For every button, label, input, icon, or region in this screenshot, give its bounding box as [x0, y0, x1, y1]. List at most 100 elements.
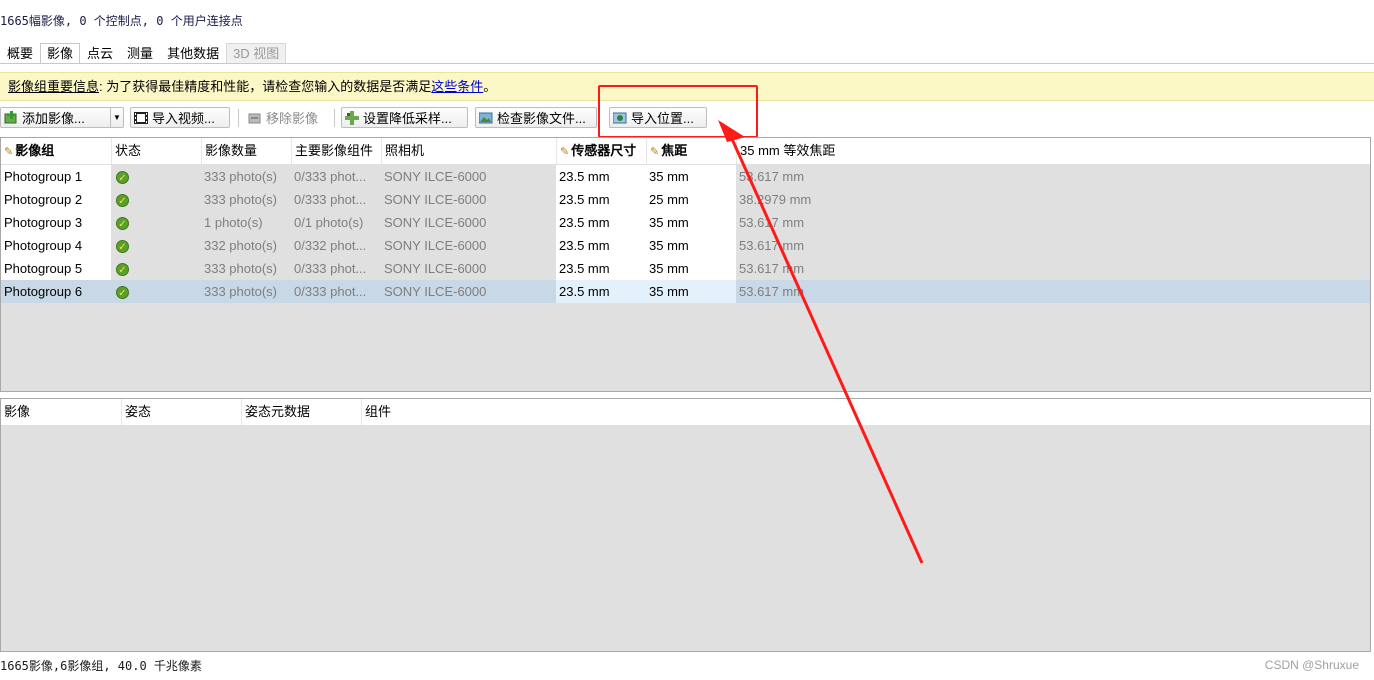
status-cell: ✓ [111, 280, 201, 303]
downsampling-icon [345, 110, 359, 125]
main-component: 0/333 phot... [294, 261, 367, 276]
sensor-size[interactable]: 23.5 mm [556, 188, 646, 211]
tab-additional-data[interactable]: 其他数据 [160, 43, 226, 64]
column-header-sensor-size[interactable]: ✎ 传感器尺寸 [556, 138, 646, 164]
main-component: 0/332 phot... [294, 238, 367, 253]
status-ok-icon: ✓ [116, 263, 129, 276]
camera-model: SONY ILCE-6000 [384, 215, 487, 230]
add-photo-icon [4, 110, 18, 125]
camera-model: SONY ILCE-6000 [381, 280, 556, 303]
tab-surveys[interactable]: 测量 [120, 43, 160, 64]
focal-length[interactable]: 35 mm [646, 280, 736, 303]
camera-model: SONY ILCE-6000 [384, 192, 487, 207]
tab-point-clouds[interactable]: 点云 [80, 43, 120, 64]
remove-photos-button[interactable]: 移除影像 [244, 107, 328, 128]
import-video-button[interactable]: 导入视频... [130, 107, 230, 128]
tab-3d-view[interactable]: 3D 视图 [226, 43, 287, 64]
table-row[interactable]: Photogroup 3 ✓ 1 photo(s) 0/1 photo(s) S… [1, 211, 1370, 234]
chevron-down-icon[interactable]: ▼ [110, 108, 123, 127]
status-cell: ✓ [111, 165, 201, 188]
sensor-size[interactable]: 23.5 mm [556, 257, 646, 280]
info-suffix: 。 [483, 79, 497, 94]
status-ok-icon: ✓ [116, 217, 129, 230]
set-downsampling-label: 设置降低采样... [363, 111, 452, 126]
photo-count: 333 photo(s) [204, 192, 277, 207]
photogroup-name: Photogroup 5 [1, 257, 111, 280]
equivalent-focal: 53.617 mm [739, 261, 805, 276]
photogroups-header: ✎ 影像组 状态 影像数量 主要影像组件 照相机 ✎ 传感器尺寸 ✎ 焦距 35 mm… [1, 138, 1370, 164]
photos-header: 影像 姿态 姿态元数据 组件 [1, 399, 1370, 425]
column-header-pose-metadata[interactable]: 姿态元数据 [241, 399, 361, 425]
focal-length[interactable]: 35 mm [646, 234, 736, 257]
photogroup-name: Photogroup 1 [1, 165, 111, 188]
check-image-files-label: 检查影像文件... [497, 111, 586, 126]
tab-overview[interactable]: 概要 [0, 43, 40, 64]
sensor-size[interactable]: 23.5 mm [556, 165, 646, 188]
info-title: 影像组重要信息 [8, 79, 100, 94]
column-header-camera[interactable]: 照相机 [381, 138, 556, 164]
column-header-photo[interactable]: 影像 [1, 399, 121, 425]
photo-count: 333 photo(s) [204, 169, 277, 184]
table-row[interactable]: Photogroup 5 ✓ 333 photo(s) 0/333 phot..… [1, 257, 1370, 280]
pencil-icon: ✎ [560, 146, 570, 158]
column-header-focal-length[interactable]: ✎ 焦距 [646, 138, 736, 164]
focal-length[interactable]: 35 mm [646, 211, 736, 234]
focal-length[interactable]: 35 mm [646, 257, 736, 280]
column-header-main-component[interactable]: 主要影像组件 [291, 138, 381, 164]
photogroups-table: ✎ 影像组 状态 影像数量 主要影像组件 照相机 ✎ 传感器尺寸 ✎ 焦距 35 mm… [0, 137, 1371, 392]
main-component: 0/333 phot... [291, 280, 381, 303]
equivalent-focal: 38.2979 mm [739, 192, 812, 207]
table-row[interactable]: Photogroup 4 ✓ 332 photo(s) 0/332 phot..… [1, 234, 1370, 257]
table-row-selected[interactable]: Photogroup 6 ✓ 333 photo(s) 0/333 phot..… [1, 280, 1370, 303]
remove-photo-icon [248, 111, 262, 125]
photogroup-name: Photogroup 2 [1, 188, 111, 211]
photo-count: 332 photo(s) [204, 238, 277, 253]
toolbar-separator [238, 109, 239, 127]
status-cell: ✓ [111, 234, 201, 257]
add-photos-button[interactable]: 添加影像... ▼ [0, 107, 124, 128]
pencil-icon: ✎ [4, 146, 14, 158]
check-image-icon [479, 111, 493, 125]
column-header-status[interactable]: 状态 [111, 138, 201, 164]
sensor-size[interactable]: 23.5 mm [556, 211, 646, 234]
equivalent-focal: 53.617 mm [736, 280, 1370, 303]
tab-photos[interactable]: 影像 [40, 43, 81, 64]
column-header-pose[interactable]: 姿态 [121, 399, 241, 425]
table-row[interactable]: Photogroup 1 ✓ 333 photo(s) 0/333 phot..… [1, 165, 1370, 188]
status-ok-icon: ✓ [116, 171, 129, 184]
status-ok-icon: ✓ [116, 240, 129, 253]
photogroup-name: Photogroup 3 [1, 211, 111, 234]
status-cell: ✓ [111, 257, 201, 280]
film-icon [134, 111, 148, 125]
sensor-size[interactable]: 23.5 mm [556, 280, 646, 303]
status-ok-icon: ✓ [116, 194, 129, 207]
focal-length[interactable]: 35 mm [646, 165, 736, 188]
camera-model: SONY ILCE-6000 [384, 238, 487, 253]
import-video-label: 导入视频... [152, 111, 215, 126]
table-row[interactable]: Photogroup 2 ✓ 333 photo(s) 0/333 phot..… [1, 188, 1370, 211]
status-bar: 1665影像,6影像组, 40.0 千兆像素 [0, 659, 202, 673]
photogroup-name: Photogroup 6 [1, 280, 111, 303]
column-header-photo-count[interactable]: 影像数量 [201, 138, 291, 164]
pencil-icon: ✎ [650, 146, 660, 158]
photo-count: 1 photo(s) [204, 215, 263, 230]
column-header-35mm-equivalent[interactable]: 35 mm 等效焦距 [736, 138, 936, 164]
column-header-component[interactable]: 组件 [361, 399, 481, 425]
equivalent-focal: 53.617 mm [739, 169, 805, 184]
watermark: CSDN @Shruxue [1264, 658, 1359, 672]
focal-length[interactable]: 25 mm [646, 188, 736, 211]
camera-model: SONY ILCE-6000 [384, 261, 487, 276]
photos-table: 影像 姿态 姿态元数据 组件 [0, 398, 1371, 652]
column-header-photogroup[interactable]: ✎ 影像组 [1, 138, 111, 164]
tab-bar: 概要 影像 点云 测量 其他数据 3D 视图 [0, 43, 287, 64]
project-summary: 1665幅影像, 0 个控制点, 0 个用户连接点 [0, 14, 243, 28]
info-link[interactable]: 这些条件 [431, 79, 483, 94]
sensor-size[interactable]: 23.5 mm [556, 234, 646, 257]
set-downsampling-button[interactable]: 设置降低采样... [341, 107, 468, 128]
equivalent-focal: 53.617 mm [739, 215, 805, 230]
info-text: : 为了获得最佳精度和性能，请检查您输入的数据是否满足 [99, 79, 432, 94]
photogroup-name: Photogroup 4 [1, 234, 111, 257]
tab-divider [0, 63, 1374, 64]
check-image-files-button[interactable]: 检查影像文件... [475, 107, 597, 128]
status-cell: ✓ [111, 211, 201, 234]
